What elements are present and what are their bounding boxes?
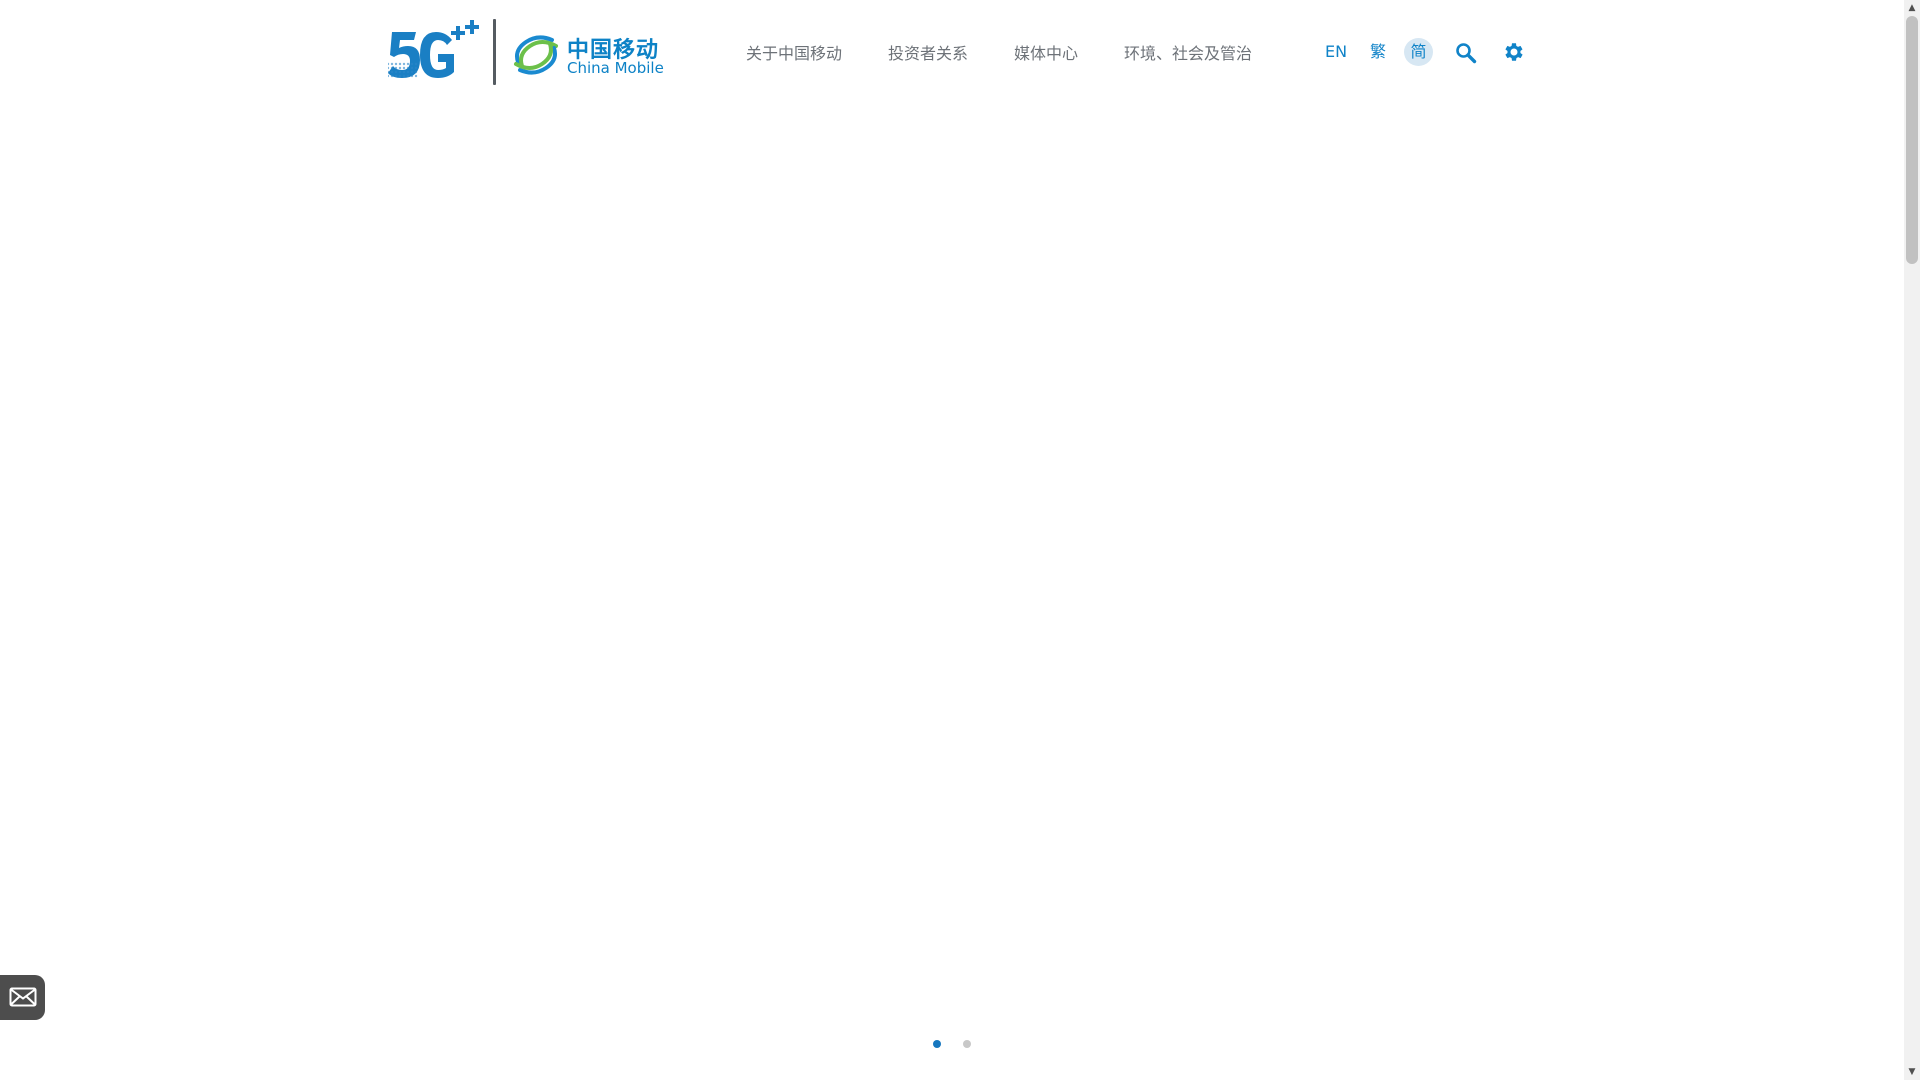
settings-button[interactable] <box>1502 40 1526 64</box>
mail-icon <box>9 987 37 1007</box>
site-header: 中国移动 China Mobile 关于中国移动 投资者关系 媒体中心 环境、社… <box>0 0 1904 104</box>
hero-carousel <box>0 104 1904 1080</box>
carousel-dot-2[interactable] <box>963 1040 971 1048</box>
page: 中国移动 China Mobile 关于中国移动 投资者关系 媒体中心 环境、社… <box>0 0 1920 1080</box>
search-button[interactable] <box>1454 41 1478 65</box>
nav-item-esg[interactable]: 环境、社会及管治 <box>1124 40 1252 64</box>
nav-item-investor-relations[interactable]: 投资者关系 <box>888 40 968 64</box>
page-scrollbar[interactable]: ▲ ▼ <box>1904 0 1920 1080</box>
logo-divider <box>493 19 496 85</box>
nav-item-about[interactable]: 关于中国移动 <box>746 40 842 64</box>
carousel-pagination <box>933 1040 971 1048</box>
carousel-dot-1[interactable] <box>933 1040 941 1048</box>
lang-english-link[interactable]: EN <box>1322 38 1350 66</box>
main-nav: 关于中国移动 投资者关系 媒体中心 环境、社会及管治 <box>746 40 1252 64</box>
logo-english-name: China Mobile <box>567 59 664 77</box>
lang-traditional-chinese-link[interactable]: 繁 <box>1366 38 1390 66</box>
logo-5g-plus[interactable] <box>386 18 482 82</box>
contact-mail-button[interactable] <box>0 975 45 1020</box>
lang-simplified-chinese-link[interactable]: 简 <box>1404 38 1433 66</box>
china-mobile-symbol-icon <box>514 35 558 75</box>
scroll-up-arrow-icon[interactable]: ▲ <box>1904 0 1920 16</box>
china-mobile-logo[interactable]: 中国移动 China Mobile <box>512 32 682 78</box>
scrollbar-thumb[interactable] <box>1906 16 1918 264</box>
search-icon <box>1456 43 1477 64</box>
gear-icon <box>1505 43 1523 61</box>
nav-item-media-center[interactable]: 媒体中心 <box>1014 40 1078 64</box>
scroll-down-arrow-icon[interactable]: ▼ <box>1904 1064 1920 1080</box>
